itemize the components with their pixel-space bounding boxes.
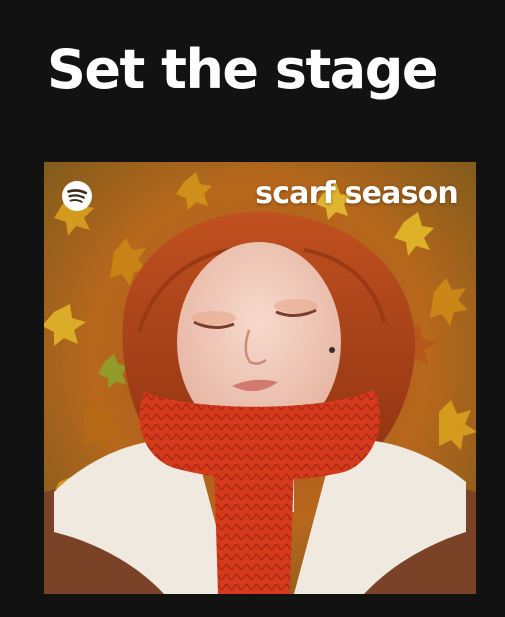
playlist-cover-card[interactable]: scarf season [44, 162, 476, 594]
cover-title: scarf season [255, 176, 459, 211]
playlist-cover-image [44, 162, 476, 594]
spotify-logo-icon [62, 181, 92, 211]
screen: Set the stage scarf season [0, 0, 505, 617]
section-title: Set the stage [47, 38, 438, 101]
